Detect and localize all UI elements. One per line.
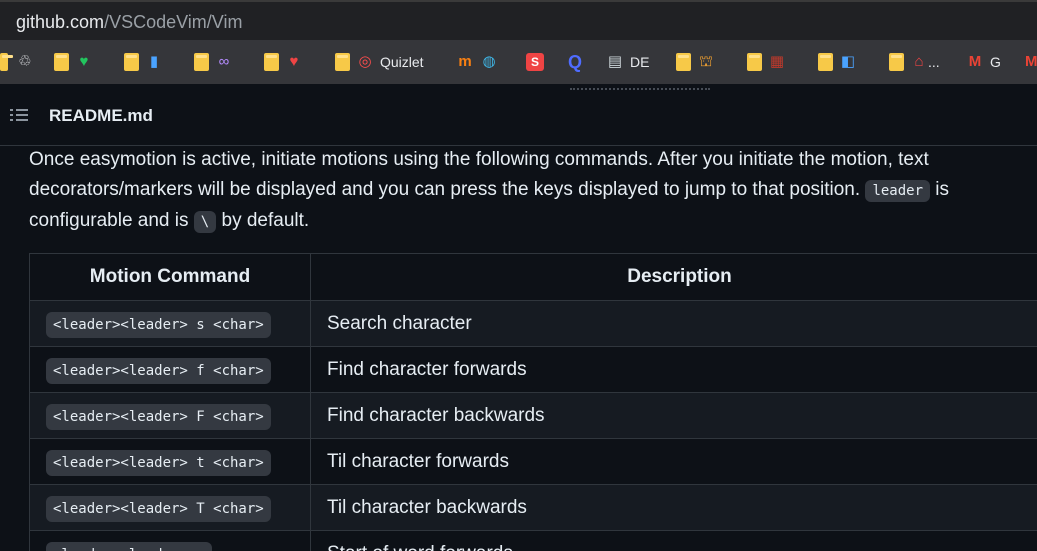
bookmark-recycle[interactable]: ♲ [16, 52, 34, 72]
table-row: <leader><leader> F <char> Find character… [29, 392, 1037, 439]
crane-icon: ⛫ [699, 53, 713, 70]
bookmark-de[interactable]: ▤ DE [606, 52, 650, 72]
bookmark-label-ellipsis: ... [928, 54, 940, 70]
bookmark-gmail[interactable]: M G [966, 52, 1001, 72]
bookmark-folder-phone[interactable]: ▮ [124, 52, 163, 72]
leader-inline-code: leader [865, 180, 931, 202]
folder-icon [335, 53, 350, 71]
table-row: <leader><leader> t <char> Til character … [29, 438, 1037, 485]
command-cell: <leader><leader> T <char> [29, 484, 311, 531]
bookmark-label-de: DE [630, 54, 650, 70]
para-text-1: Once easymotion is active, initiate moti… [29, 149, 929, 200]
bookmark-gmail-partial[interactable]: M [1025, 52, 1037, 72]
command-code: <leader><leader> f <char> [46, 357, 271, 384]
table-row: <leader><leader> w Start of word forward… [29, 530, 1037, 551]
bookmark-folder-infinity[interactable]: ∞ [194, 52, 233, 72]
bookmark-folder-red-heart[interactable]: ♥ [264, 52, 303, 72]
heart-green-icon: ♥ [79, 53, 89, 70]
folder-icon [124, 53, 139, 71]
bookmark-folder-backpack[interactable]: ◧ [818, 52, 857, 72]
folder-icon [747, 53, 762, 71]
description-cell: Find character forwards [310, 346, 1037, 393]
bookmark-moodle[interactable]: m ◍ [456, 52, 498, 72]
url-host: github.com [16, 12, 105, 32]
bookmark-folder-house[interactable]: ⌂ ... [889, 52, 940, 72]
header-description: Description [310, 253, 1037, 301]
bookmark-label-g: G [990, 54, 1001, 70]
scrolled-heading-remnant [570, 84, 710, 90]
command-cell: <leader><leader> s <char> [29, 300, 311, 347]
command-cell: <leader><leader> F <char> [29, 392, 311, 439]
readme-title[interactable]: README.md [49, 106, 153, 126]
bookmark-folder-abacus[interactable]: ▦ [747, 52, 786, 72]
outline-list-icon[interactable] [10, 107, 28, 123]
description-cell: Til character backwards [310, 484, 1037, 531]
folder-icon [0, 53, 13, 71]
bookmark-label-quizlet: Quizlet [380, 54, 424, 70]
table-row: <leader><leader> f <char> Find character… [29, 346, 1037, 393]
moodle-icon: m [458, 53, 472, 70]
url-path: /VSCodeVim/Vim [104, 12, 243, 32]
command-code: <leader><leader> T <char> [46, 495, 271, 522]
command-code: <leader><leader> s <char> [46, 311, 271, 338]
description-cell: Search character [310, 300, 1037, 347]
bookmark-red-badge[interactable]: S [526, 52, 544, 72]
table-row: <leader><leader> s <char> Search charact… [29, 300, 1037, 347]
readme-header: README.md [0, 84, 1037, 146]
infinity-icon: ∞ [218, 53, 230, 70]
header-motion-command: Motion Command [29, 253, 311, 301]
bookmark-folder-partial[interactable] [0, 52, 13, 72]
doc-icon: ▤ [607, 53, 623, 70]
command-cell: <leader><leader> w [29, 530, 311, 551]
command-cell: <leader><leader> t <char> [29, 438, 311, 485]
easymotion-intro-paragraph: Once easymotion is active, initiate moti… [29, 145, 1019, 237]
command-code: <leader><leader> w [46, 541, 212, 551]
command-cell: <leader><leader> f <char> [29, 346, 311, 393]
description-cell: Start of word forwards [310, 530, 1037, 551]
command-code: <leader><leader> t <char> [46, 449, 271, 476]
folder-icon [264, 53, 279, 71]
red-badge-icon: S [526, 53, 544, 71]
bookmark-q[interactable]: Q [566, 52, 584, 72]
bookmark-folder-green-heart[interactable]: ♥ [54, 52, 93, 72]
page-root: github.com/VSCodeVim/Vim ♲ ♥ ▮ ∞ ♥ ◎ Qui… [0, 0, 1037, 551]
heart-red-icon: ♥ [289, 53, 299, 70]
phone-icon: ▮ [149, 53, 159, 70]
motion-commands-table: Motion Command Description <leader><lead… [29, 253, 1037, 551]
q-icon: Q [567, 52, 582, 72]
globe-icon: ◍ [482, 53, 496, 70]
command-code: <leader><leader> F <char> [46, 403, 271, 430]
bookmark-quizlet[interactable]: ◎ Quizlet [335, 52, 424, 72]
table-header-row: Motion Command Description [29, 253, 1037, 301]
folder-icon [54, 53, 69, 71]
folder-icon [194, 53, 209, 71]
table-row: <leader><leader> T <char> Til character … [29, 484, 1037, 531]
bookmarks-bar: ♲ ♥ ▮ ∞ ♥ ◎ Quizlet m ◍ S Q ▤ DE ⛫ ▦ ◧ ⌂… [0, 40, 1037, 84]
quizlet-icon: ◎ [358, 53, 372, 70]
folder-icon [818, 53, 833, 71]
recycle-icon: ♲ [18, 53, 32, 70]
gmail-icon: M [968, 53, 982, 70]
backpack-icon: ◧ [840, 53, 856, 70]
bookmark-folder-crane[interactable]: ⛫ [676, 52, 715, 72]
gmail-icon-partial: M [1025, 53, 1037, 70]
url-text[interactable]: github.com/VSCodeVim/Vim [16, 12, 242, 33]
folder-icon [889, 53, 904, 71]
description-cell: Find character backwards [310, 392, 1037, 439]
backslash-inline-code: \ [193, 211, 217, 233]
para-text-3: by default. [216, 210, 310, 231]
abacus-icon: ▦ [769, 53, 785, 70]
folder-icon [676, 53, 691, 71]
description-cell: Til character forwards [310, 438, 1037, 485]
browser-address-bar[interactable]: github.com/VSCodeVim/Vim [0, 0, 1037, 40]
house-icon: ⌂ [914, 53, 924, 70]
